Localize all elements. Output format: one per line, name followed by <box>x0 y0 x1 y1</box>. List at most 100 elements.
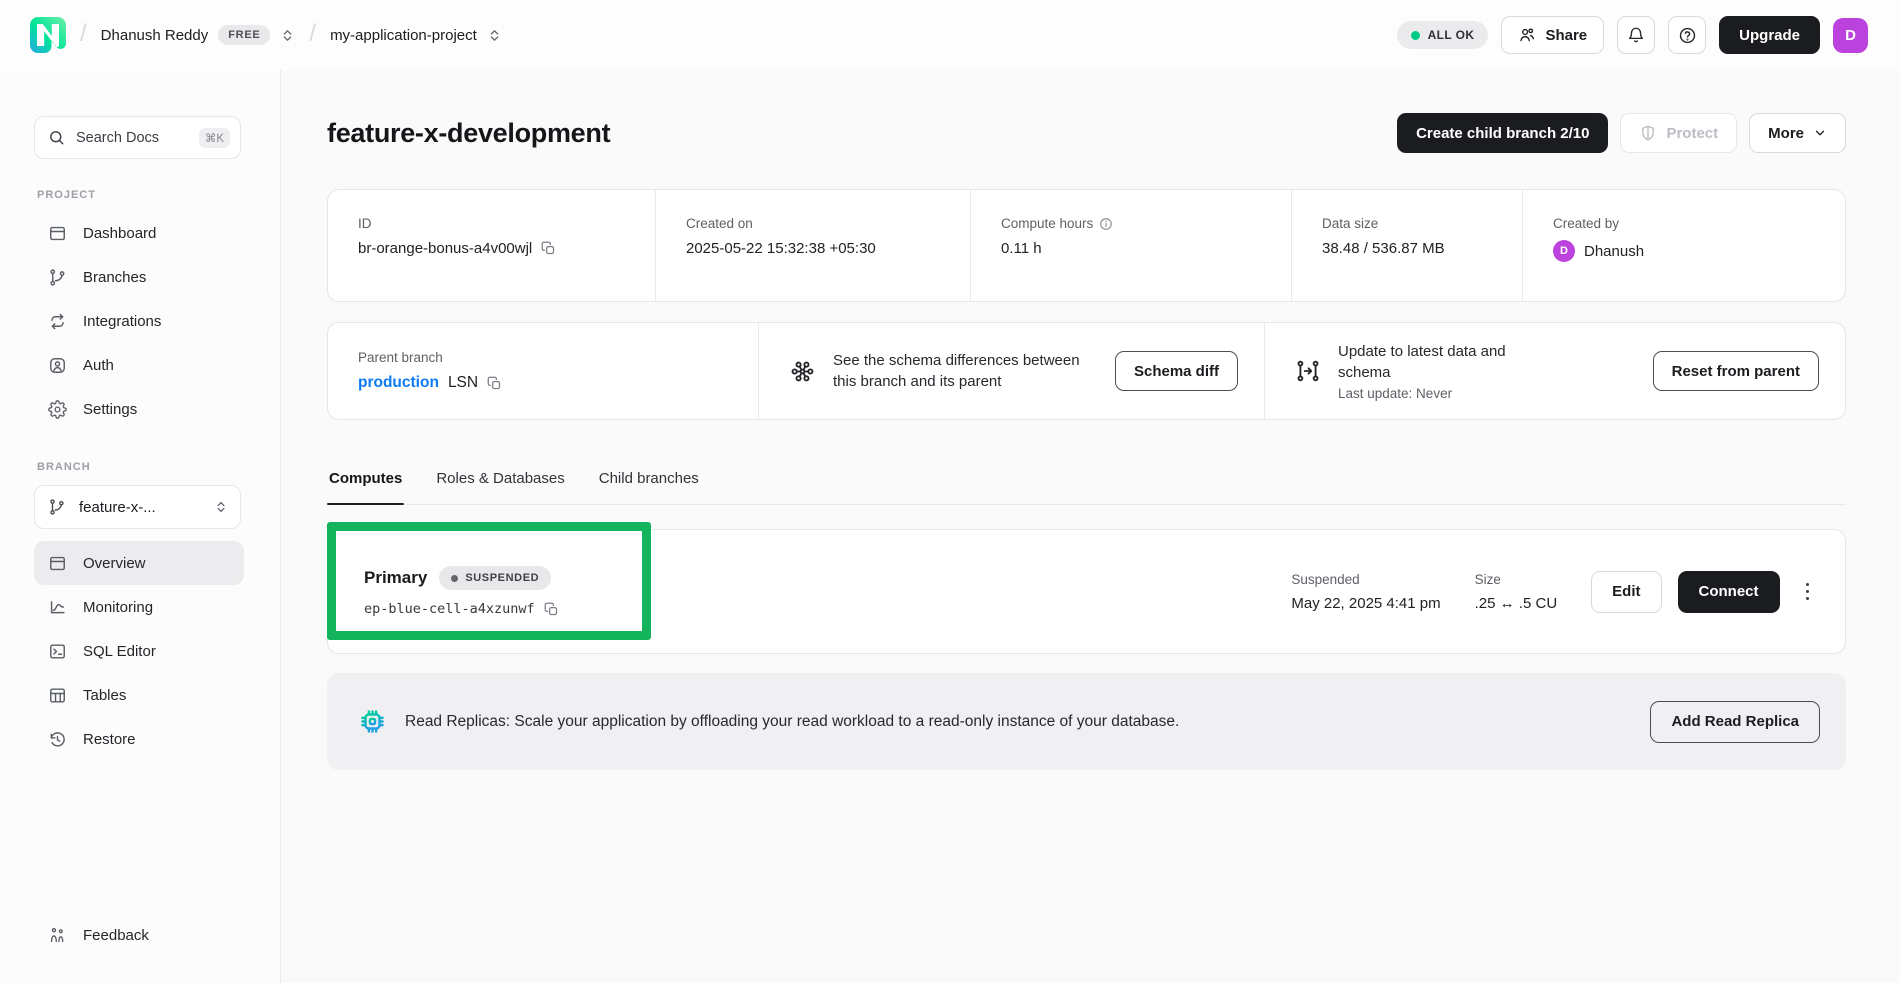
sidebar-item-sql-editor[interactable]: SQL Editor <box>34 629 244 673</box>
sidebar: Search Docs ⌘K PROJECT Dashboard Branche… <box>0 70 281 983</box>
search-icon <box>48 129 65 146</box>
breadcrumb-project[interactable]: my-application-project <box>330 27 502 44</box>
branch-selector[interactable]: feature-x-... <box>34 485 241 529</box>
branch-section-label: BRANCH <box>37 461 244 473</box>
read-replica-banner: Read Replicas: Scale your application by… <box>327 673 1846 770</box>
project-section-label: PROJECT <box>37 189 244 201</box>
help-button[interactable] <box>1668 16 1706 54</box>
sidebar-item-feedback[interactable]: Feedback <box>34 913 244 957</box>
schema-diff-button[interactable]: Schema diff <box>1115 351 1238 391</box>
upgrade-button[interactable]: Upgrade <box>1719 16 1820 54</box>
edit-label: Edit <box>1612 583 1640 600</box>
share-button[interactable]: Share <box>1501 16 1604 54</box>
edit-button[interactable]: Edit <box>1591 571 1661 613</box>
create-child-branch-button[interactable]: Create child branch 2/10 <box>1397 113 1608 153</box>
upgrade-label: Upgrade <box>1739 27 1800 44</box>
restore-history-icon <box>48 730 67 749</box>
neon-logo-icon[interactable] <box>30 17 66 53</box>
meta-id-label: ID <box>358 216 635 231</box>
meta-data-size: Data size 38.48 / 536.87 MB <box>1291 190 1522 301</box>
breadcrumb-separator: / <box>80 20 87 48</box>
user-avatar[interactable]: D <box>1833 18 1868 53</box>
sidebar-item-overview[interactable]: Overview <box>34 541 244 585</box>
size-label: Size <box>1475 572 1558 587</box>
notifications-button[interactable] <box>1617 16 1655 54</box>
endpoint-id: ep-blue-cell-a4xzunwf <box>364 601 535 617</box>
page-title: feature-x-development <box>327 118 610 149</box>
kebab-menu-button[interactable] <box>1800 575 1816 609</box>
compute-info: Primary SUSPENDED ep-blue-cell-a4xzunwf <box>364 566 559 617</box>
app: / Dhanush Reddy FREE / my-application-pr… <box>0 0 1900 983</box>
sql-editor-icon <box>48 642 67 661</box>
schema-diff-section: See the schema differences between this … <box>758 323 1264 419</box>
copy-icon[interactable] <box>544 602 559 617</box>
size-value: .25 ↔ .5 CU <box>1475 595 1558 612</box>
sidebar-item-dashboard[interactable]: Dashboard <box>34 211 244 255</box>
info-icon[interactable] <box>1099 217 1113 231</box>
meta-created-on: Created on 2025-05-22 15:32:38 +05:30 <box>655 190 970 301</box>
branch-id-value: br-orange-bonus-a4v00wjl <box>358 240 532 257</box>
add-read-replica-button[interactable]: Add Read Replica <box>1650 701 1820 743</box>
more-label: More <box>1768 125 1804 142</box>
read-replica-text: Read Replicas: Scale your application by… <box>405 713 1179 731</box>
sidebar-item-branches[interactable]: Branches <box>34 255 244 299</box>
tables-icon <box>48 686 67 705</box>
chevrons-up-down-icon <box>487 28 502 43</box>
parent-branch-link[interactable]: production <box>358 374 439 392</box>
sidebar-item-label: Feedback <box>83 927 149 944</box>
schema-molecule-icon <box>789 358 816 385</box>
feedback-people-icon <box>48 926 67 945</box>
compute-name: Primary <box>364 568 427 588</box>
sidebar-item-restore[interactable]: Restore <box>34 717 244 761</box>
reset-text: Update to latest data and schema <box>1338 341 1548 383</box>
more-button[interactable]: More <box>1749 113 1846 153</box>
shield-icon <box>1639 124 1657 142</box>
tab-roles-databases[interactable]: Roles & Databases <box>434 470 566 504</box>
chevrons-up-down-icon <box>280 28 295 43</box>
sidebar-item-monitoring[interactable]: Monitoring <box>34 585 244 629</box>
monitoring-icon <box>48 598 67 617</box>
sidebar-item-label: Overview <box>83 555 146 572</box>
search-docs-input[interactable]: Search Docs ⌘K <box>34 116 241 159</box>
branch-tabs: Computes Roles & Databases Child branche… <box>327 470 1846 505</box>
creator-avatar: D <box>1553 240 1575 262</box>
help-icon <box>1678 26 1697 45</box>
sidebar-item-settings[interactable]: Settings <box>34 387 244 431</box>
parent-branch-label: Parent branch <box>358 350 502 365</box>
chip-icon <box>357 706 388 737</box>
protect-button[interactable]: Protect <box>1620 113 1737 153</box>
tab-computes[interactable]: Computes <box>327 470 404 504</box>
breadcrumb-account[interactable]: Dhanush Reddy FREE <box>101 25 296 45</box>
branch-sync-icon <box>1295 358 1321 384</box>
copy-icon[interactable] <box>487 376 502 391</box>
chevrons-up-down-icon <box>214 500 228 514</box>
page-actions: Create child branch 2/10 Protect More <box>1397 113 1846 153</box>
compute-status-label: SUSPENDED <box>465 572 539 584</box>
status-badge[interactable]: ALL OK <box>1397 21 1489 49</box>
sidebar-item-label: Restore <box>83 731 136 748</box>
compute-details: Suspended May 22, 2025 4:41 pm Size .25 … <box>1291 571 1815 613</box>
status-badge-label: ALL OK <box>1428 28 1475 42</box>
compute-hours-label: Compute hours <box>1001 216 1093 231</box>
sidebar-item-integrations[interactable]: Integrations <box>34 299 244 343</box>
sidebar-item-tables[interactable]: Tables <box>34 673 244 717</box>
created-by-label: Created by <box>1553 216 1825 231</box>
tab-child-branches[interactable]: Child branches <box>597 470 701 504</box>
sidebar-item-label: Settings <box>83 401 137 418</box>
main-content: feature-x-development Create child branc… <box>281 70 1900 983</box>
schema-diff-button-label: Schema diff <box>1134 363 1219 380</box>
suspended-value: May 22, 2025 4:41 pm <box>1291 595 1440 612</box>
top-bar-actions: ALL OK Share Upgrade D <box>1397 16 1868 54</box>
overview-icon <box>48 554 67 573</box>
copy-icon[interactable] <box>541 241 556 256</box>
top-bar: / Dhanush Reddy FREE / my-application-pr… <box>0 0 1900 70</box>
connect-button[interactable]: Connect <box>1678 571 1780 613</box>
parent-branch-card: Parent branch production LSN See the sch… <box>327 322 1846 420</box>
reset-from-parent-button[interactable]: Reset from parent <box>1653 351 1819 391</box>
created-on-label: Created on <box>686 216 950 231</box>
status-dot-icon <box>451 575 458 582</box>
sidebar-item-auth[interactable]: Auth <box>34 343 244 387</box>
connect-label: Connect <box>1699 583 1759 600</box>
ok-dot-icon <box>1411 31 1420 40</box>
breadcrumb-separator: / <box>309 20 316 48</box>
